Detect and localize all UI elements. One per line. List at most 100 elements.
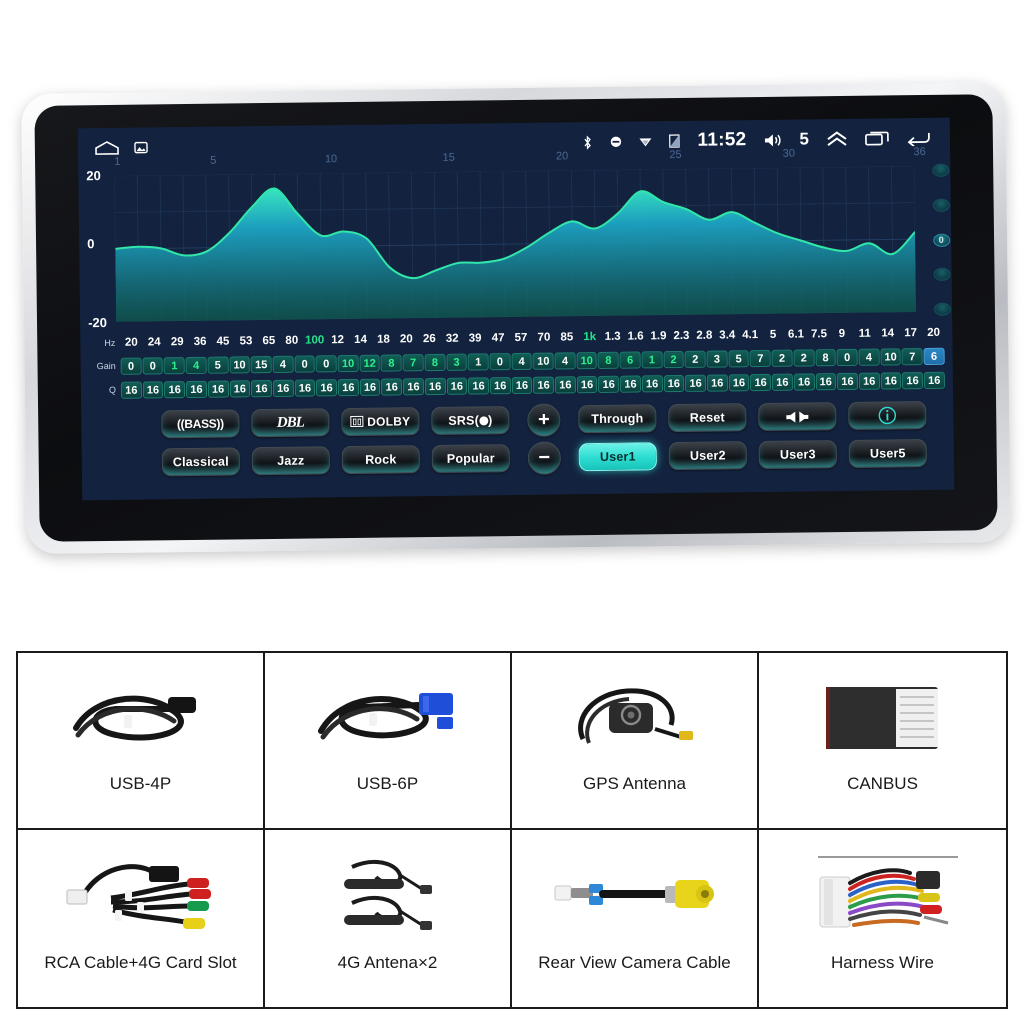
gain-cell[interactable]: 0 xyxy=(120,357,142,375)
gain-cell[interactable]: 4 xyxy=(858,348,880,366)
q-cell[interactable]: 16 xyxy=(880,371,902,390)
gain-cell[interactable]: 10 xyxy=(576,351,598,369)
gain-cell[interactable]: 2 xyxy=(793,348,815,367)
gain-cell[interactable]: 5 xyxy=(207,356,229,374)
gain-cell[interactable]: 4 xyxy=(272,355,294,373)
gain-cell[interactable]: 7 xyxy=(402,353,424,371)
gain-cell[interactable]: 2 xyxy=(684,350,706,368)
q-cell[interactable]: 16 xyxy=(728,373,750,391)
gain-cell[interactable]: 0 xyxy=(142,356,164,375)
q-cell[interactable]: 16 xyxy=(185,380,207,398)
q-cell[interactable]: 16 xyxy=(663,374,685,392)
q-cell[interactable]: 16 xyxy=(750,373,772,391)
reset-button[interactable]: Reset xyxy=(668,403,747,433)
q-cell[interactable]: 16 xyxy=(120,381,142,399)
gain-cell[interactable]: 0 xyxy=(836,348,858,366)
q-cell[interactable]: 16 xyxy=(815,372,837,390)
q-cell[interactable]: 16 xyxy=(489,376,511,394)
q-cell[interactable]: 16 xyxy=(337,378,359,396)
user1-button[interactable]: User1 xyxy=(578,442,657,472)
gain-cell[interactable]: 0 xyxy=(294,354,316,373)
slider-dot[interactable] xyxy=(932,198,950,212)
eq-chart[interactable]: 20 0 -20 xyxy=(86,166,917,330)
gain-cell[interactable]: 10 xyxy=(229,355,250,374)
home-icon[interactable] xyxy=(94,140,120,156)
gain-cell[interactable]: 15 xyxy=(250,355,272,373)
q-cell[interactable]: 16 xyxy=(468,376,489,395)
q-cell[interactable]: 16 xyxy=(533,376,555,394)
bass-button[interactable]: ((BASS)) xyxy=(161,409,240,439)
gain-cell[interactable]: 0 xyxy=(315,354,337,372)
q-cell[interactable]: 16 xyxy=(793,372,815,391)
gain-cell[interactable]: 2 xyxy=(663,350,685,368)
decrease-button[interactable]: − xyxy=(527,440,562,475)
dbl-button[interactable]: DBL xyxy=(251,408,330,438)
gain-cell[interactable]: 8 xyxy=(424,353,446,371)
chevron-up-icon[interactable] xyxy=(826,131,848,147)
q-cell[interactable]: 16 xyxy=(446,377,468,395)
gain-cell[interactable]: 3 xyxy=(446,353,467,371)
slider-knob[interactable]: 0 xyxy=(932,233,950,247)
gain-cell[interactable]: 6 xyxy=(923,347,945,365)
gain-cell[interactable]: 8 xyxy=(597,351,619,369)
q-cell[interactable]: 16 xyxy=(207,380,229,398)
gain-cell[interactable]: 4 xyxy=(185,356,207,374)
user5-button[interactable]: User5 xyxy=(848,438,927,468)
gain-cell[interactable]: 4 xyxy=(511,352,533,370)
gain-cell[interactable]: 1 xyxy=(641,350,663,368)
q-cell[interactable]: 16 xyxy=(685,374,707,392)
preset-classical-button[interactable]: Classical xyxy=(161,447,241,477)
dolby-button[interactable]: ▯▯ DOLBY xyxy=(341,407,420,437)
back-icon[interactable] xyxy=(906,130,930,147)
gain-cell[interactable]: 10 xyxy=(880,347,902,366)
gain-cell[interactable]: 10 xyxy=(337,354,359,372)
gain-cell[interactable]: 4 xyxy=(554,351,576,370)
preset-popular-button[interactable]: Popular xyxy=(431,444,510,474)
screenshot-icon[interactable] xyxy=(134,140,148,154)
gain-cell[interactable]: 10 xyxy=(532,352,554,370)
q-cell[interactable]: 16 xyxy=(359,378,381,396)
q-cell[interactable]: 16 xyxy=(923,371,945,389)
slider-dot[interactable] xyxy=(933,302,951,316)
q-cell[interactable]: 16 xyxy=(858,372,880,390)
gain-cell[interactable]: 1 xyxy=(467,352,489,371)
gain-cell[interactable]: 6 xyxy=(619,350,641,369)
increase-button[interactable]: + xyxy=(527,402,561,437)
q-cell[interactable]: 16 xyxy=(837,372,858,390)
recents-icon[interactable] xyxy=(865,130,889,146)
q-cell[interactable]: 16 xyxy=(424,377,446,395)
q-cell[interactable]: 16 xyxy=(576,375,598,393)
q-cell[interactable]: 16 xyxy=(619,374,641,393)
preset-jazz-button[interactable]: Jazz xyxy=(251,446,331,476)
gain-cell[interactable]: 7 xyxy=(749,349,771,367)
q-cell[interactable]: 16 xyxy=(511,376,533,394)
q-cell[interactable]: 16 xyxy=(229,379,251,398)
q-cell[interactable]: 16 xyxy=(902,371,924,389)
gain-slider-rail[interactable]: 0 xyxy=(928,163,954,316)
preset-rock-button[interactable]: Rock xyxy=(341,445,420,475)
volume-icon[interactable] xyxy=(763,132,782,147)
q-cell[interactable]: 16 xyxy=(402,377,424,395)
gain-cell[interactable]: 2 xyxy=(771,349,793,367)
gain-cell[interactable]: 7 xyxy=(901,347,923,365)
gain-cell[interactable]: 5 xyxy=(728,349,750,367)
q-cell[interactable]: 16 xyxy=(316,378,338,396)
slider-dot[interactable] xyxy=(931,163,949,177)
q-cell[interactable]: 16 xyxy=(272,379,294,397)
gain-cell[interactable]: 1 xyxy=(163,356,185,374)
q-cell[interactable]: 16 xyxy=(598,375,620,393)
gain-cell[interactable]: 8 xyxy=(380,353,402,372)
eq-curve-plot[interactable] xyxy=(114,166,917,322)
q-cell[interactable]: 16 xyxy=(381,377,403,396)
q-cell[interactable]: 16 xyxy=(294,378,316,397)
info-button[interactable] xyxy=(848,400,927,430)
srs-button[interactable]: SRS() xyxy=(431,406,510,436)
q-cell[interactable]: 16 xyxy=(164,380,186,398)
user2-button[interactable]: User2 xyxy=(668,441,747,471)
user3-button[interactable]: User3 xyxy=(758,440,837,470)
gain-cell[interactable]: 3 xyxy=(706,349,728,368)
q-cell[interactable]: 16 xyxy=(771,373,793,391)
gain-cell[interactable]: 0 xyxy=(489,352,511,370)
gain-cell[interactable]: 8 xyxy=(815,348,836,366)
q-cell[interactable]: 16 xyxy=(641,374,663,392)
